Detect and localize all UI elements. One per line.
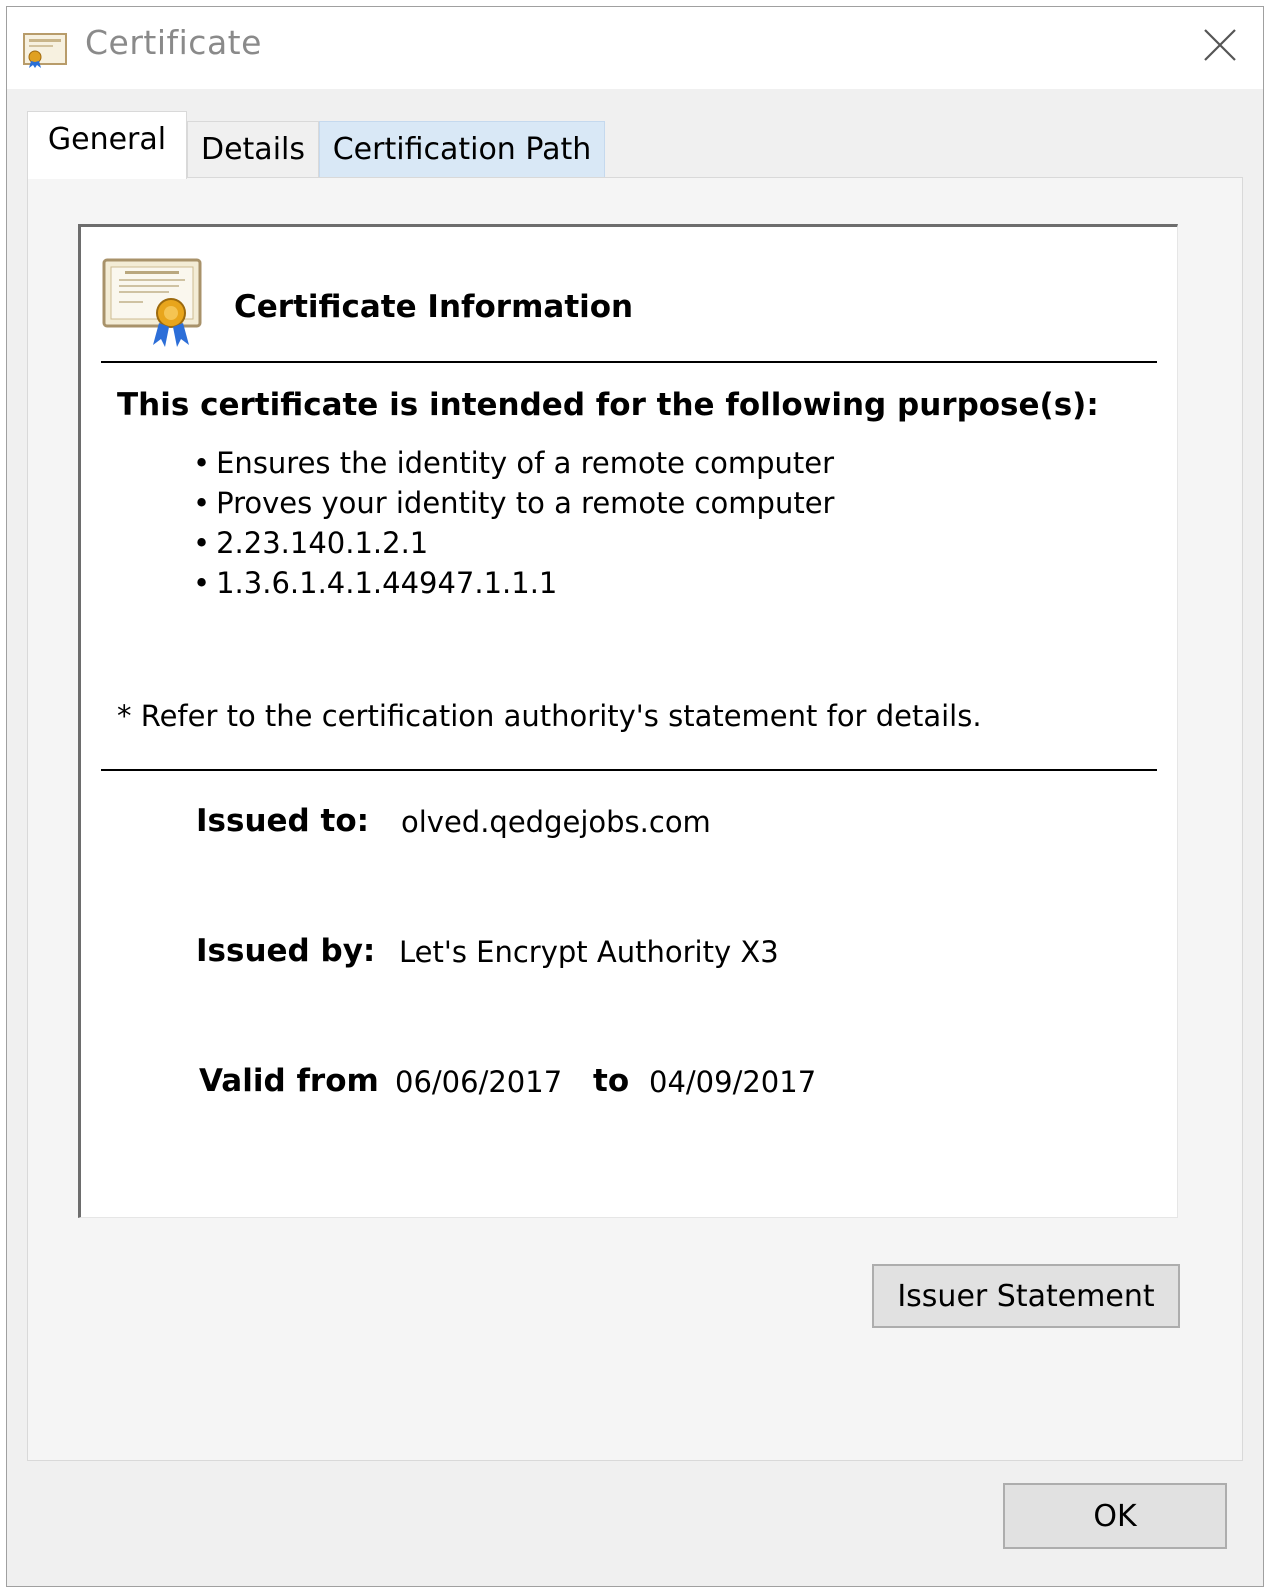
certificate-info-heading: Certificate Information (234, 289, 634, 325)
issuer-statement-button[interactable]: Issuer Statement (872, 1264, 1180, 1328)
valid-to-label: to (593, 1063, 630, 1099)
general-tab-panel: Certificate Information This certificate… (27, 177, 1243, 1461)
issued-to-value: olved.qedgejobs.com (401, 805, 711, 839)
window-title: Certificate (85, 23, 262, 62)
tab-general[interactable]: General (27, 111, 187, 179)
close-button[interactable] (1191, 21, 1249, 73)
issued-to-label: Issued to: (196, 803, 370, 839)
purpose-item: 1.3.6.1.4.1.44947.1.1.1 (193, 563, 834, 603)
divider (101, 361, 1157, 363)
valid-from-label: Valid from (199, 1063, 379, 1099)
valid-from-value: 06/06/2017 (395, 1065, 563, 1099)
ok-button[interactable]: OK (1003, 1483, 1227, 1549)
purpose-item: Ensures the identity of a remote compute… (193, 443, 834, 483)
ca-statement-note: * Refer to the certification authority's… (117, 699, 982, 733)
issued-by-label: Issued by: (196, 933, 376, 969)
purpose-item: Proves your identity to a remote compute… (193, 483, 834, 523)
tab-details[interactable]: Details (187, 121, 319, 177)
title-bar: Certificate (7, 7, 1263, 89)
issued-by-value: Let's Encrypt Authority X3 (399, 935, 779, 969)
purpose-heading: This certificate is intended for the fol… (117, 387, 1099, 423)
tab-certification-path[interactable]: Certification Path (319, 121, 605, 177)
certificate-seal-icon (101, 257, 205, 349)
certificate-info-box: Certificate Information This certificate… (78, 224, 1178, 1218)
close-icon (1202, 27, 1238, 67)
purpose-item: 2.23.140.1.2.1 (193, 523, 834, 563)
divider (101, 769, 1157, 771)
valid-to-value: 04/09/2017 (649, 1065, 817, 1099)
certificate-dialog: Certificate General Details Certificatio… (6, 6, 1264, 1587)
certificate-icon (23, 33, 67, 69)
purpose-list: Ensures the identity of a remote compute… (193, 443, 834, 603)
